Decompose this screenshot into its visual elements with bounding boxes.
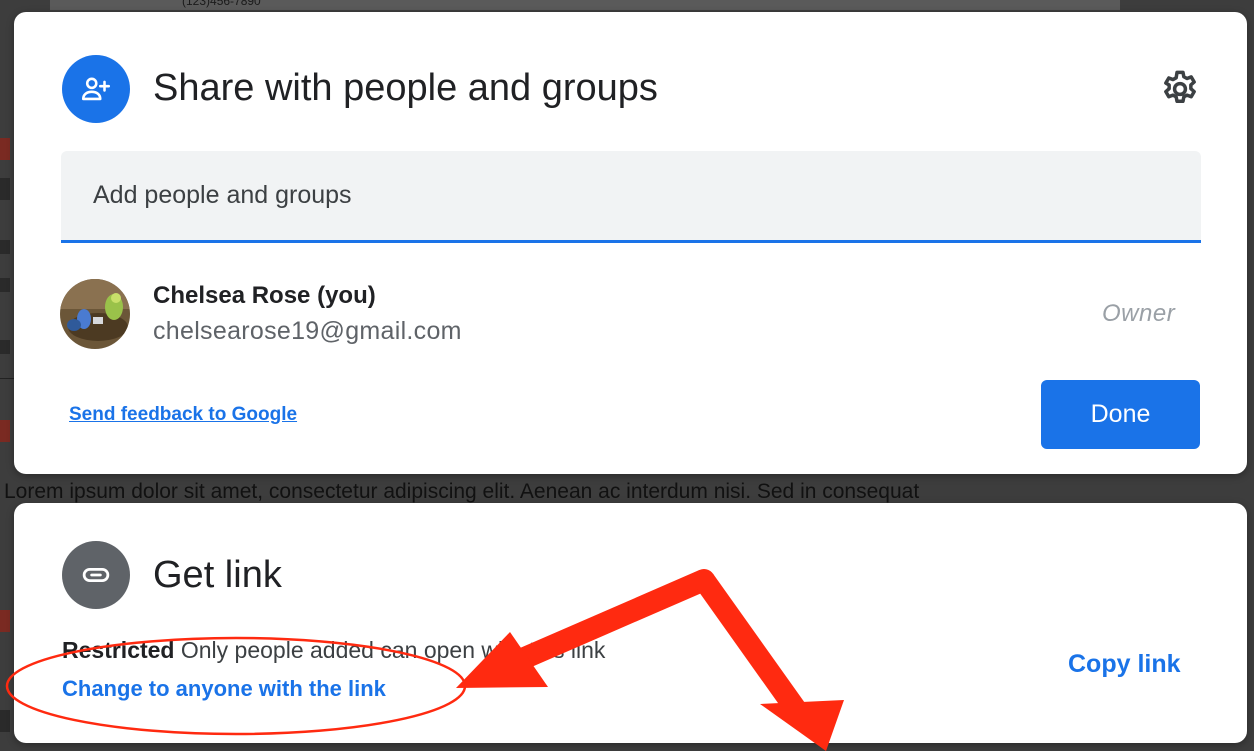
share-dialog: Share with people and groups Chelsea Ros… [14,12,1247,474]
person-email: chelsearose19@gmail.com [153,317,462,345]
background-phone-text: (123)456-7890 [182,0,261,8]
done-button[interactable]: Done [1041,380,1200,449]
send-feedback-link[interactable]: Send feedback to Google [69,404,297,426]
gear-icon[interactable] [1159,68,1201,110]
background-paragraph: Lorem ipsum dolor sit amet, consectetur … [4,480,920,503]
background-text-line: Lorem ipsum dolor sit amet, consectetur … [0,480,1254,504]
avatar [60,279,130,349]
background-margin-marks [0,130,12,750]
link-access-status: Restricted Only people added can open wi… [62,637,605,664]
background-mark [0,420,10,442]
person-role: Owner [1102,300,1176,327]
link-icon [62,541,130,609]
get-link-title: Get link [153,554,282,596]
background-mark [0,138,10,160]
background-mark [0,610,10,632]
background-mark [0,340,10,354]
link-access-description: Only people added can open with this lin… [180,637,606,663]
background-mark [0,278,10,292]
background-mark [0,240,10,254]
share-dialog-title: Share with people and groups [153,67,658,109]
copy-link-button[interactable]: Copy link [1068,650,1181,679]
background-mark [0,710,10,732]
get-link-dialog: Get link Restricted Only people added ca… [14,503,1247,743]
person-name: Chelsea Rose (you) [153,282,376,309]
add-people-input[interactable] [61,151,1201,240]
person-add-icon [62,55,130,123]
background-mark [0,178,10,200]
link-access-label: Restricted [62,637,175,663]
add-people-field[interactable] [61,151,1201,243]
background-rule [0,378,14,379]
change-access-link[interactable]: Change to anyone with the link [62,676,386,702]
background-header-strip: (123)456-7890 [50,0,1120,10]
